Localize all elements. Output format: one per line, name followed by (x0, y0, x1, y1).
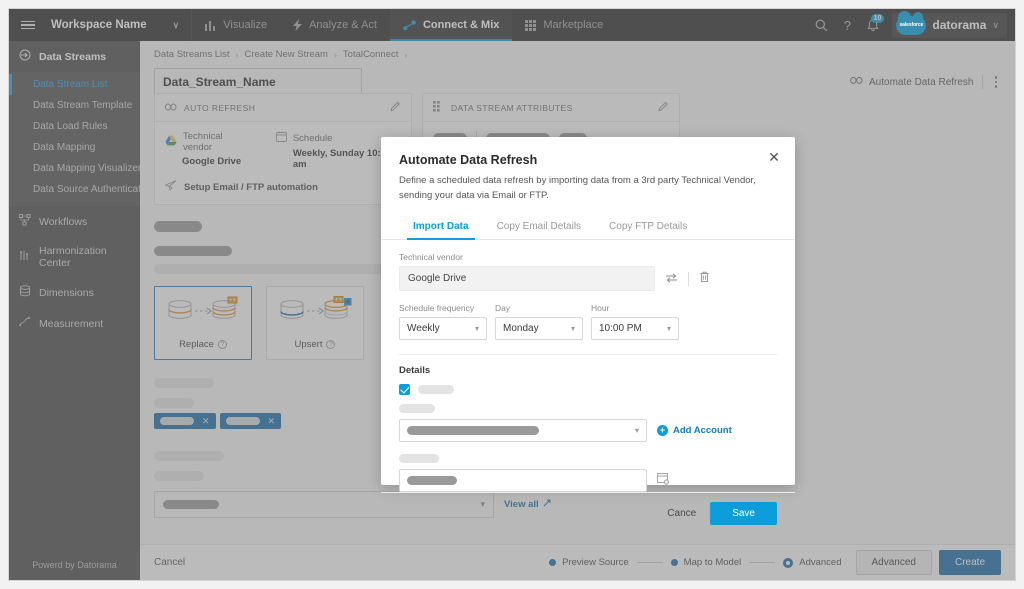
modal-footer: Cance Save (381, 492, 795, 534)
swap-icon[interactable] (665, 270, 678, 288)
file-path-input[interactable] (399, 469, 647, 493)
schedule-row: Schedule frequency Weekly ▾ Day Monday ▾… (399, 303, 777, 341)
technical-vendor-value: Google Drive (399, 266, 655, 292)
tab-import-data[interactable]: Import Data (399, 215, 483, 241)
schedule-frequency-group: Schedule frequency Weekly ▾ (399, 303, 487, 341)
selected-value: Weekly (407, 323, 440, 335)
app-frame: Workspace Name ∨ Visualize Analyze & Act (8, 8, 1016, 581)
account-select-row: ▾ + Add Account (399, 419, 777, 443)
add-account-button[interactable]: + Add Account (657, 425, 732, 437)
tab-copy-email-details[interactable]: Copy Email Details (483, 215, 595, 239)
hour-select[interactable]: 10:00 PM ▾ (591, 317, 679, 341)
placeholder-bar (407, 476, 457, 486)
details-checkbox[interactable] (399, 384, 410, 396)
details-section-title: Details (399, 365, 431, 377)
plus-circle-icon: + (657, 425, 668, 437)
details-checkbox-row (399, 384, 777, 396)
schedule-frequency-select[interactable]: Weekly ▾ (399, 317, 487, 341)
divider (399, 354, 777, 356)
chevron-down-icon: ▾ (570, 324, 575, 334)
divider (688, 271, 689, 286)
placeholder-bar (399, 454, 439, 464)
screen-root: Workspace Name ∨ Visualize Analyze & Act (0, 0, 1024, 589)
browse-file-icon[interactable] (657, 472, 669, 490)
day-group: Day Monday ▾ (495, 303, 583, 341)
selected-value: Monday (503, 323, 539, 335)
placeholder-bar (399, 404, 435, 414)
selected-value: 10:00 PM (599, 323, 642, 335)
day-label: Day (495, 303, 511, 314)
add-account-label: Add Account (673, 425, 732, 437)
file-field-row (399, 469, 777, 493)
technical-vendor-label: Technical vendor (399, 252, 463, 263)
modal-save-button[interactable]: Save (710, 502, 777, 526)
modal-body: Technical vendor Google Drive Schedule f… (381, 240, 795, 493)
tab-copy-ftp-details[interactable]: Copy FTP Details (595, 215, 701, 239)
trash-icon[interactable] (699, 270, 710, 288)
modal-cancel-button[interactable]: Cance (657, 502, 706, 525)
placeholder-bar (418, 385, 454, 395)
chevron-down-icon: ▾ (634, 426, 639, 436)
automate-data-refresh-modal: Automate Data Refresh Define a scheduled… (381, 137, 795, 526)
chevron-down-icon: ▾ (666, 324, 671, 334)
schedule-frequency-label: Schedule frequency (399, 303, 475, 314)
salesforce-wordmark: salesforce (899, 22, 924, 28)
modal-title: Automate Data Refresh (399, 153, 538, 167)
modal-tabs: Import Data Copy Email Details Copy FTP … (381, 215, 795, 241)
modal-description: Define a scheduled data refresh by impor… (399, 175, 756, 201)
close-icon[interactable]: ✕ (767, 150, 781, 164)
technical-vendor-row: Google Drive (399, 266, 777, 292)
account-select[interactable]: ▾ (399, 419, 647, 443)
hour-label: Hour (591, 303, 610, 314)
placeholder-bar (407, 426, 539, 436)
hour-group: Hour 10:00 PM ▾ (591, 303, 679, 341)
chevron-down-icon: ▾ (474, 324, 479, 334)
day-select[interactable]: Monday ▾ (495, 317, 583, 341)
modal-header: Automate Data Refresh Define a scheduled… (381, 137, 795, 203)
